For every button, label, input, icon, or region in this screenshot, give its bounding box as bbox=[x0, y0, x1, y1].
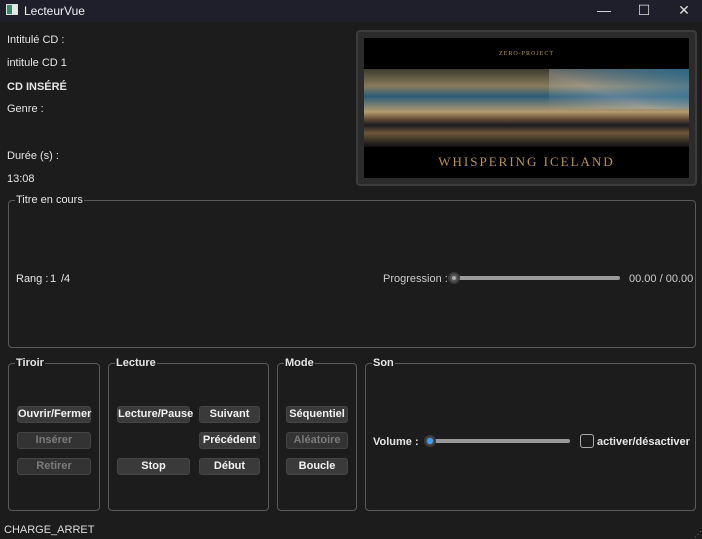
play-pause-button[interactable]: Lecture/Pause bbox=[117, 406, 193, 423]
volume-slider[interactable] bbox=[430, 439, 570, 443]
cover-artist: ZERO-PROJECT bbox=[498, 51, 554, 57]
intitule-label: Intitulé CD : bbox=[7, 34, 65, 46]
titre-en-cours-group: Titre en cours Rang : 1 /4 Progression :… bbox=[8, 194, 696, 348]
volume-label: Volume : bbox=[373, 436, 419, 448]
mute-checkbox[interactable] bbox=[580, 434, 594, 448]
status-bar: CHARGE_ARRET bbox=[4, 524, 95, 536]
title-bar: LecteurVue — ☐ ✕ bbox=[0, 0, 702, 22]
sequential-button[interactable]: Séquentiel bbox=[286, 406, 348, 423]
previous-button[interactable]: Précédent bbox=[199, 432, 260, 449]
group-title: Son bbox=[372, 357, 395, 369]
progress-time: 00.00 / 00.00 bbox=[629, 273, 694, 285]
loop-button[interactable]: Boucle bbox=[286, 458, 348, 475]
app-icon bbox=[6, 4, 18, 15]
cover-album: WHISPERING ICELAND bbox=[438, 154, 615, 169]
remove-button[interactable]: Retirer bbox=[17, 458, 91, 475]
close-button[interactable]: ✕ bbox=[664, 0, 702, 22]
genre-label: Genre : bbox=[7, 103, 44, 115]
group-title: Lecture bbox=[115, 357, 157, 369]
random-button[interactable]: Aléatoire bbox=[286, 432, 348, 449]
group-title: Mode bbox=[284, 357, 315, 369]
progress-label: Progression : bbox=[383, 273, 448, 285]
album-cover: ZERO-PROJECT WHISPERING ICELAND bbox=[364, 38, 689, 178]
son-group: Son Volume : activer/désactiver bbox=[365, 357, 696, 511]
cd-state: CD INSÉRÉ bbox=[7, 81, 67, 93]
minimize-button[interactable]: — bbox=[584, 0, 624, 22]
intitule-value: intitule CD 1 bbox=[7, 57, 67, 69]
group-title: Tiroir bbox=[15, 357, 45, 369]
mute-label[interactable]: activer/désactiver bbox=[597, 436, 690, 448]
rang-value: 1 bbox=[50, 273, 57, 285]
stop-button[interactable]: Stop bbox=[117, 458, 190, 475]
insert-button[interactable]: Insérer bbox=[17, 432, 91, 449]
progress-slider[interactable] bbox=[455, 276, 620, 280]
duree-label: Durée (s) : bbox=[7, 150, 59, 162]
open-close-button[interactable]: Ouvrir/Fermer bbox=[17, 406, 91, 423]
start-button[interactable]: Début bbox=[199, 458, 260, 475]
group-title: Titre en cours bbox=[15, 194, 84, 206]
maximize-button[interactable]: ☐ bbox=[624, 0, 664, 22]
next-button[interactable]: Suivant bbox=[199, 406, 260, 423]
rang-total: /4 bbox=[61, 273, 71, 285]
window-title: LecteurVue bbox=[24, 4, 85, 18]
rang-label: Rang : bbox=[16, 273, 49, 285]
duree-value: 13:08 bbox=[7, 173, 35, 185]
volume-handle[interactable] bbox=[424, 435, 436, 447]
progress-handle[interactable] bbox=[448, 272, 460, 284]
resize-grip-icon[interactable]: ⋰ bbox=[694, 530, 702, 539]
